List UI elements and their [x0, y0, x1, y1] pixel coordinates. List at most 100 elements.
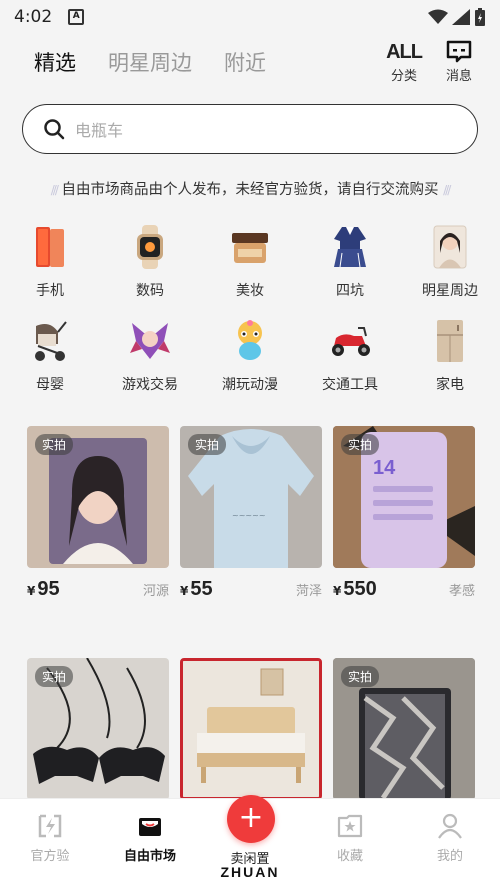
category-grid: 手机 数码 美妆 四坑 明星周边 母婴 游戏交易 潮玩动漫 交通工具 家电: [0, 220, 500, 408]
svg-text:14: 14: [373, 457, 396, 479]
category-label: 分类: [391, 69, 418, 84]
search-bar[interactable]: 电瓶车: [22, 104, 478, 154]
all-icon: ALL: [386, 41, 423, 63]
message-button[interactable]: 消息: [446, 40, 472, 84]
category-label: 数码: [136, 283, 164, 299]
product-image: 实拍: [27, 426, 169, 568]
currency-symbol: ¥: [180, 584, 189, 598]
notice-text: 自由市场商品由个人发布，未经官方验货，请自行交流购买: [61, 182, 439, 198]
notice-deco-icon: ///: [50, 183, 59, 197]
message-icon: [446, 40, 472, 63]
cosmetics-icon: [228, 224, 272, 270]
product-card[interactable]: [180, 658, 322, 800]
game-character-icon: [128, 318, 172, 364]
product-card[interactable]: 14 实拍 ¥ 550 孝感: [333, 426, 475, 608]
star-photo-icon: [428, 224, 472, 270]
category-cosmetics[interactable]: 美妆: [200, 220, 300, 314]
search-placeholder: 电瓶车: [75, 121, 124, 140]
message-label: 消息: [445, 69, 472, 84]
nav-label: 收藏: [336, 849, 363, 864]
product-image: ~~~~~ 实拍: [180, 426, 322, 568]
category-game-trade[interactable]: 游戏交易: [100, 314, 200, 408]
category-label: 美妆: [236, 283, 264, 299]
category-label: 交通工具: [322, 377, 378, 393]
product-meta: ¥ 550 孝感: [333, 578, 475, 608]
product-location: 孝感: [448, 584, 475, 599]
product-location: 菏泽: [295, 584, 322, 599]
product-image: 实拍: [27, 658, 169, 800]
notification-icon: A: [68, 9, 85, 25]
product-card[interactable]: 实拍: [333, 658, 475, 800]
product-image: 实拍: [333, 658, 475, 800]
real-photo-badge: 实拍: [35, 666, 74, 687]
product-card[interactable]: 实拍: [27, 658, 169, 800]
watch-icon: [128, 224, 172, 270]
nav-label: 我的: [436, 849, 463, 864]
product-meta: ¥ 55 菏泽: [180, 578, 322, 608]
status-time: 4:02: [14, 7, 53, 27]
search-icon: [44, 119, 65, 140]
currency-symbol: ¥: [333, 584, 342, 598]
favorite-icon: [335, 811, 365, 841]
category-label: 游戏交易: [122, 377, 178, 393]
battery-icon: [475, 8, 485, 26]
scooter-icon: [328, 318, 372, 364]
product-card[interactable]: ~~~~~ 实拍 ¥ 55 菏泽: [180, 426, 322, 608]
category-label: 手机: [36, 283, 64, 299]
product-meta: ¥ 95 河源: [27, 578, 169, 608]
stroller-icon: [28, 318, 72, 364]
product-grid: 实拍 ¥ 95 河源 ~~~~~ 实拍 ¥ 55 菏泽 14 实拍 ¥ 550 …: [27, 426, 475, 800]
svg-text:~~~~~: ~~~~~: [232, 511, 266, 520]
real-photo-badge: 实拍: [188, 434, 227, 455]
category-vehicles[interactable]: 交通工具: [300, 314, 400, 408]
notice-deco-icon: ///: [443, 183, 451, 197]
nav-official-inspection[interactable]: 官方验: [0, 799, 100, 888]
category-label: 潮玩动漫: [222, 377, 278, 393]
uniform-icon: [328, 224, 372, 270]
product-image: [180, 658, 322, 800]
nav-favorites[interactable]: 收藏: [300, 799, 400, 888]
product-price: 55: [190, 578, 213, 600]
category-label: 家电: [436, 377, 464, 393]
category-phone[interactable]: 手机: [0, 220, 100, 314]
nav-mine[interactable]: 我的: [400, 799, 500, 888]
category-label: 母婴: [36, 377, 64, 393]
product-location: 河源: [142, 584, 169, 599]
tab-featured[interactable]: 精选: [34, 47, 76, 77]
product-price: 95: [37, 578, 60, 600]
category-uniform[interactable]: 四坑: [300, 220, 400, 314]
plus-icon: +: [238, 800, 264, 835]
phone-icon: [28, 224, 72, 270]
nav-label: 自由市场: [123, 849, 176, 864]
category-star-merch[interactable]: 明星周边: [400, 220, 500, 314]
brand-logo: ZHUAN: [220, 864, 280, 880]
profile-icon: [435, 811, 465, 841]
status-bar: 4:02 A: [0, 0, 500, 34]
category-digital[interactable]: 数码: [100, 220, 200, 314]
market-icon: [135, 811, 165, 841]
category-appliances[interactable]: 家电: [400, 314, 500, 408]
nav-label: 官方验: [30, 849, 70, 864]
tab-star-merch[interactable]: 明星周边: [108, 47, 192, 77]
category-label: 明星周边: [422, 283, 478, 299]
category-trendy-toys[interactable]: 潮玩动漫: [200, 314, 300, 408]
category-button[interactable]: ALL 分类: [386, 40, 423, 84]
product-card[interactable]: 实拍 ¥ 95 河源: [27, 426, 169, 608]
toy-figure-icon: [228, 318, 272, 364]
nav-free-market[interactable]: 自由市场: [100, 799, 200, 888]
product-image: 14 实拍: [333, 426, 475, 568]
real-photo-badge: 实拍: [341, 666, 380, 687]
product-price: 550: [343, 578, 377, 600]
official-inspect-icon: [35, 811, 65, 841]
fridge-icon: [428, 318, 472, 364]
wifi-icon: [428, 9, 448, 24]
currency-symbol: ¥: [27, 584, 36, 598]
category-label: 四坑: [336, 283, 364, 299]
real-photo-badge: 实拍: [341, 434, 380, 455]
sell-plus-button[interactable]: +: [227, 795, 275, 843]
market-notice: /// 自由市场商品由个人发布，未经官方验货，请自行交流购买 ///: [0, 178, 500, 199]
real-photo-badge: 实拍: [35, 434, 74, 455]
category-baby[interactable]: 母婴: [0, 314, 100, 408]
bed-photo-icon: [183, 661, 319, 797]
tab-nearby[interactable]: 附近: [224, 47, 266, 77]
